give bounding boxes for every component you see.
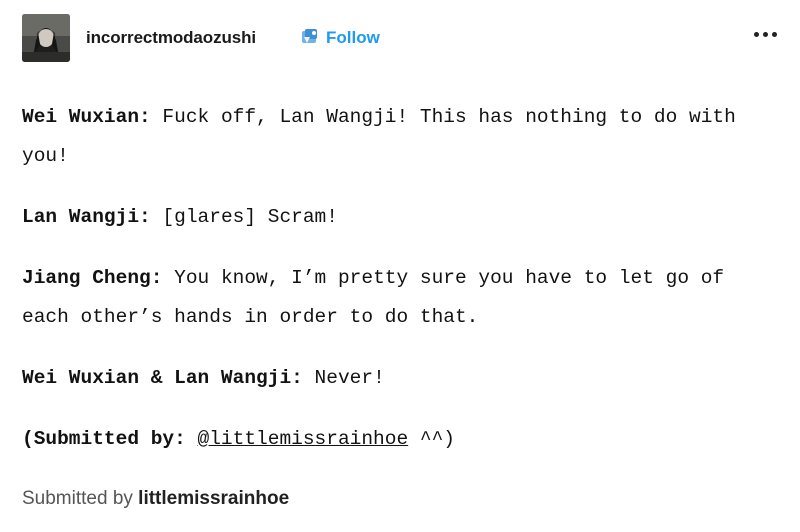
dialogue-text: [glares] Scram! [150, 206, 338, 228]
dialogue-line: Wei Wuxian & Lan Wangji: Never! [22, 359, 782, 398]
speaker-name: Wei Wuxian: [22, 106, 151, 128]
more-icon [763, 32, 768, 37]
more-icon [754, 32, 759, 37]
speaker-name: Wei Wuxian & Lan Wangji: [22, 367, 303, 389]
submission-label: Submitted by: [33, 428, 186, 450]
speaker-name: Lan Wangji: [22, 206, 151, 228]
submitter-link[interactable]: littlemissrainhoe [138, 488, 289, 509]
submission-line: (Submitted by: @littlemissrainhoe ^^) [22, 420, 782, 459]
submission-open: ( [22, 428, 34, 450]
more-options-button[interactable] [752, 24, 780, 44]
speaker-name: Jiang Cheng: [22, 267, 163, 289]
username[interactable]: incorrectmodaozushi [86, 28, 256, 48]
avatar[interactable] [22, 14, 70, 62]
post-footer: Submitted by littlemissrainhoe [22, 488, 289, 510]
avatar-icon [22, 14, 70, 62]
footer-prefix: Submitted by [22, 488, 139, 509]
submission-close: ^^) [408, 428, 455, 450]
follow-button[interactable]: Follow [326, 28, 380, 48]
submitter-mention-link[interactable]: @littlemissrainhoe [198, 428, 409, 450]
dialogue-text: Never! [302, 367, 385, 389]
post-header: incorrectmodaozushi Follow [22, 14, 782, 64]
dialogue-line: Lan Wangji: [glares] Scram! [22, 198, 782, 237]
dialogue-line: Jiang Cheng: You know, I’m pretty sure y… [22, 259, 782, 337]
post-body: Wei Wuxian: Fuck off, Lan Wangji! This h… [22, 98, 782, 459]
more-icon [772, 32, 777, 37]
dialogue-line: Wei Wuxian: Fuck off, Lan Wangji! This h… [22, 98, 782, 176]
badge-icon [302, 29, 317, 43]
